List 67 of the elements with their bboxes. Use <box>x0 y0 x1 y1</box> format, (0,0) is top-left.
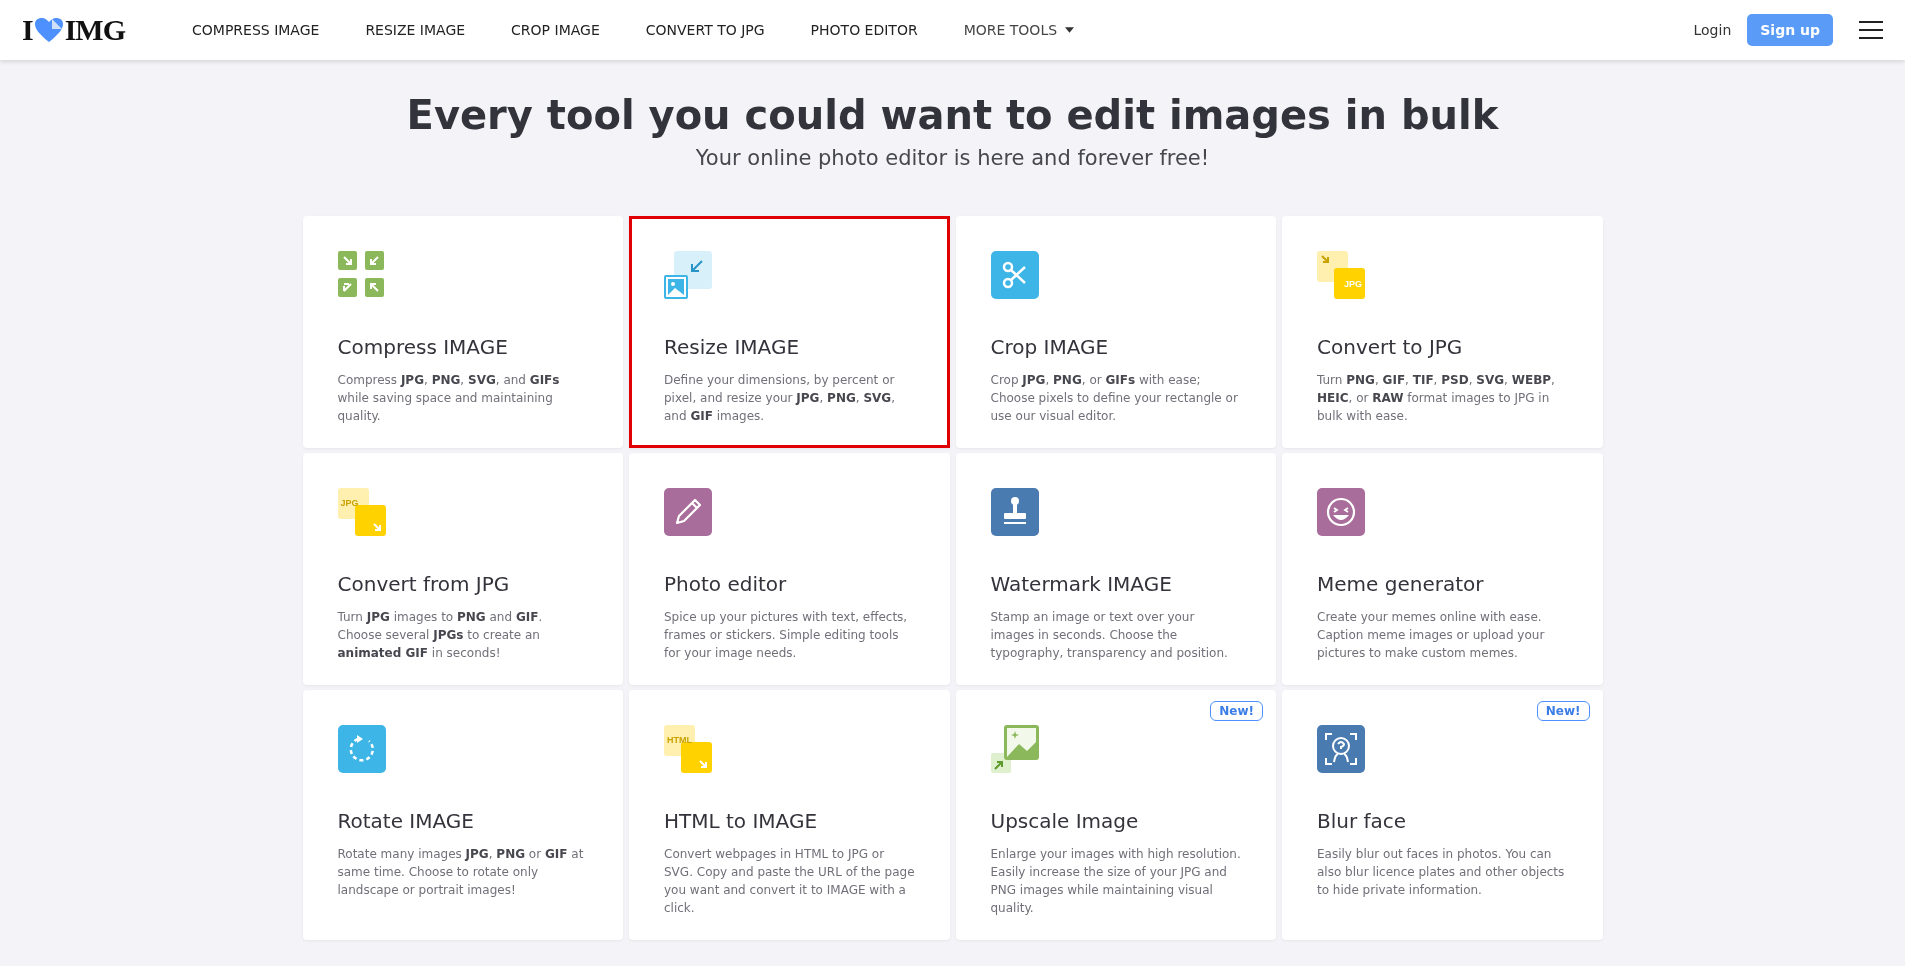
tool-title: Upscale Image <box>990 809 1140 833</box>
new-badge: New! <box>1210 701 1263 721</box>
tool-description: Crop JPG, PNG, or GIFs with ease; Choose pixels to define your rectangle or use our visual editor. <box>990 372 1239 425</box>
tool-card[interactable]: HTML HTML to IMAGE Convert webpages in HTML to JPG or SVG. Copy and paste the URL of the page you want and convert it to IMAGE with a click. <box>629 690 950 940</box>
tool-card[interactable]: Crop IMAGE Crop JPG, PNG, or GIFs with ease; Choose pixels to define your rectangle or use our visual editor. <box>955 216 1276 448</box>
stamp-icon <box>990 488 1039 536</box>
tool-title: Crop IMAGE <box>990 335 1110 359</box>
tool-title: Rotate IMAGE <box>337 809 475 833</box>
tool-card[interactable]: JPG Convert from JPG Turn JPG images to PNG and GIF. Choose several JPGs to create an animated GIF in seconds! <box>302 453 623 685</box>
tool-title: Blur face <box>1317 809 1408 833</box>
tool-title: Photo editor <box>664 572 788 596</box>
tool-description: Define your dimensions, by percent or pixel, and resize your JPG, PNG, SVG, and GIF images. <box>664 372 897 425</box>
tool-card[interactable]: Compress IMAGE Compress JPG, PNG, SVG, and GIFs while saving space and maintaining quality. <box>302 216 623 448</box>
resize-image-icon <box>664 251 712 299</box>
pencil-icon <box>664 488 712 536</box>
nav-link[interactable]: COMPRESS IMAGE <box>169 22 343 38</box>
tool-description: Turn JPG images to PNG and GIF. Choose several JPGs to create an animated GIF in seconds! <box>337 609 544 662</box>
tool-card[interactable]: Resize IMAGE Define your dimensions, by percent or pixel, and resize your JPG, PNG, SVG, and GIF images. <box>629 216 950 448</box>
heart-logo-icon[interactable] <box>33 17 64 43</box>
logo-text[interactable]: IMG <box>64 13 125 47</box>
tool-title: Convert to JPG <box>1317 335 1464 359</box>
upscale-image-icon <box>990 725 1039 773</box>
convert-from-file-icon <box>664 725 712 773</box>
tool-title: Meme generator <box>1317 572 1485 596</box>
tool-description: Stamp an image or text over your images in seconds. Choose the typography, transparency and position. <box>990 609 1229 662</box>
tool-title: Convert from JPG <box>337 572 511 596</box>
rotate-icon <box>337 725 386 773</box>
file-type-label: JPG <box>340 498 359 508</box>
tool-description: Compress JPG, PNG, SVG, and GIFs while saving space and maintaining quality. <box>337 372 561 425</box>
tool-card[interactable]: Photo editor Spice up your pictures with text, effects, frames or stickers. Simple editing tools for your image needs. <box>629 453 950 685</box>
tool-card[interactable]: Meme generator Create your memes online with ease. Caption meme images or upload your pictures to make custom memes. <box>1282 453 1603 685</box>
tool-description: Easily blur out faces in photos. You can also blur licence plates and other objects to hide private information. <box>1317 846 1566 899</box>
nav-link[interactable]: CROP IMAGE <box>488 22 623 38</box>
logo-text[interactable]: I <box>22 13 33 47</box>
tool-card[interactable]: Rotate IMAGE Rotate many images JPG, PNG or GIF at same time. Choose to rotate only landscape or portrait images! <box>302 690 623 940</box>
compress-arrows-icon <box>337 251 386 299</box>
page-subtitle: Your online photo editor is here and forever free! <box>694 146 1211 170</box>
tool-card[interactable]: New! Blur face Easily blur out faces in photos. You can also blur licence plates and other objects to hide private information. <box>1282 690 1603 940</box>
file-type-label: JPG <box>1344 279 1362 289</box>
tool-description: Create your memes online with ease. Caption meme images or upload your pictures to make custom memes. <box>1317 609 1546 662</box>
page-title: Every tool you could want to edit images in bulk <box>405 92 1500 138</box>
tool-title: Resize IMAGE <box>664 335 801 359</box>
tool-description: Spice up your pictures with text, effects, frames or stickers. Simple editing tools for your image needs. <box>664 609 909 662</box>
tool-description: Enlarge your images with high resolution. Easily increase the size of your JPG and PNG images while maintaining visual quality. <box>990 846 1241 917</box>
tool-title: Compress IMAGE <box>337 335 509 359</box>
nav-link[interactable]: CONVERT TO JPG <box>622 22 788 38</box>
nav-link[interactable]: RESIZE IMAGE <box>342 22 489 38</box>
tool-description: Convert webpages in HTML to JPG or SVG. Copy and paste the URL of the page you want and convert it to IMAGE with a click. <box>664 846 915 917</box>
laughing-emoji-icon <box>1317 488 1365 536</box>
menu-icon[interactable] <box>1859 21 1883 39</box>
new-badge: New! <box>1536 701 1590 721</box>
file-type-label: HTML <box>667 735 692 745</box>
nav-link[interactable]: MORE TOOLS <box>940 22 1098 38</box>
tool-description: Turn PNG, GIF, TIF, PSD, SVG, WEBP, HEIC, or RAW format images to JPG in bulk with ease. <box>1317 372 1556 425</box>
convert-from-file-icon <box>337 488 386 536</box>
tool-title: HTML to IMAGE <box>664 809 819 833</box>
tool-title: Watermark IMAGE <box>990 572 1173 596</box>
tool-card[interactable]: New! Upscale Image Enlarge your images with high resolution. Easily increase the size of your JPG and PNG images while maintaining visual quality. <box>955 690 1276 940</box>
tool-card[interactable]: JPG Convert to JPG Turn PNG, GIF, TIF, PSD, SVG, WEBP, HEIC, or RAW format images to JPG in bulk with ease. <box>1282 216 1603 448</box>
nav-link[interactable]: PHOTO EDITOR <box>787 22 941 38</box>
scissors-icon <box>990 251 1039 299</box>
face-scan-icon <box>1317 725 1365 773</box>
login-link[interactable]: Login <box>1693 22 1732 38</box>
caret-icon <box>1065 27 1075 33</box>
convert-to-file-icon <box>1317 251 1365 299</box>
tool-description: Rotate many images JPG, PNG or GIF at same time. Choose to rotate only landscape or portrait images! <box>337 846 585 899</box>
tool-card[interactable]: Watermark IMAGE Stamp an image or text over your images in seconds. Choose the typography, transparency and position. <box>955 453 1276 685</box>
